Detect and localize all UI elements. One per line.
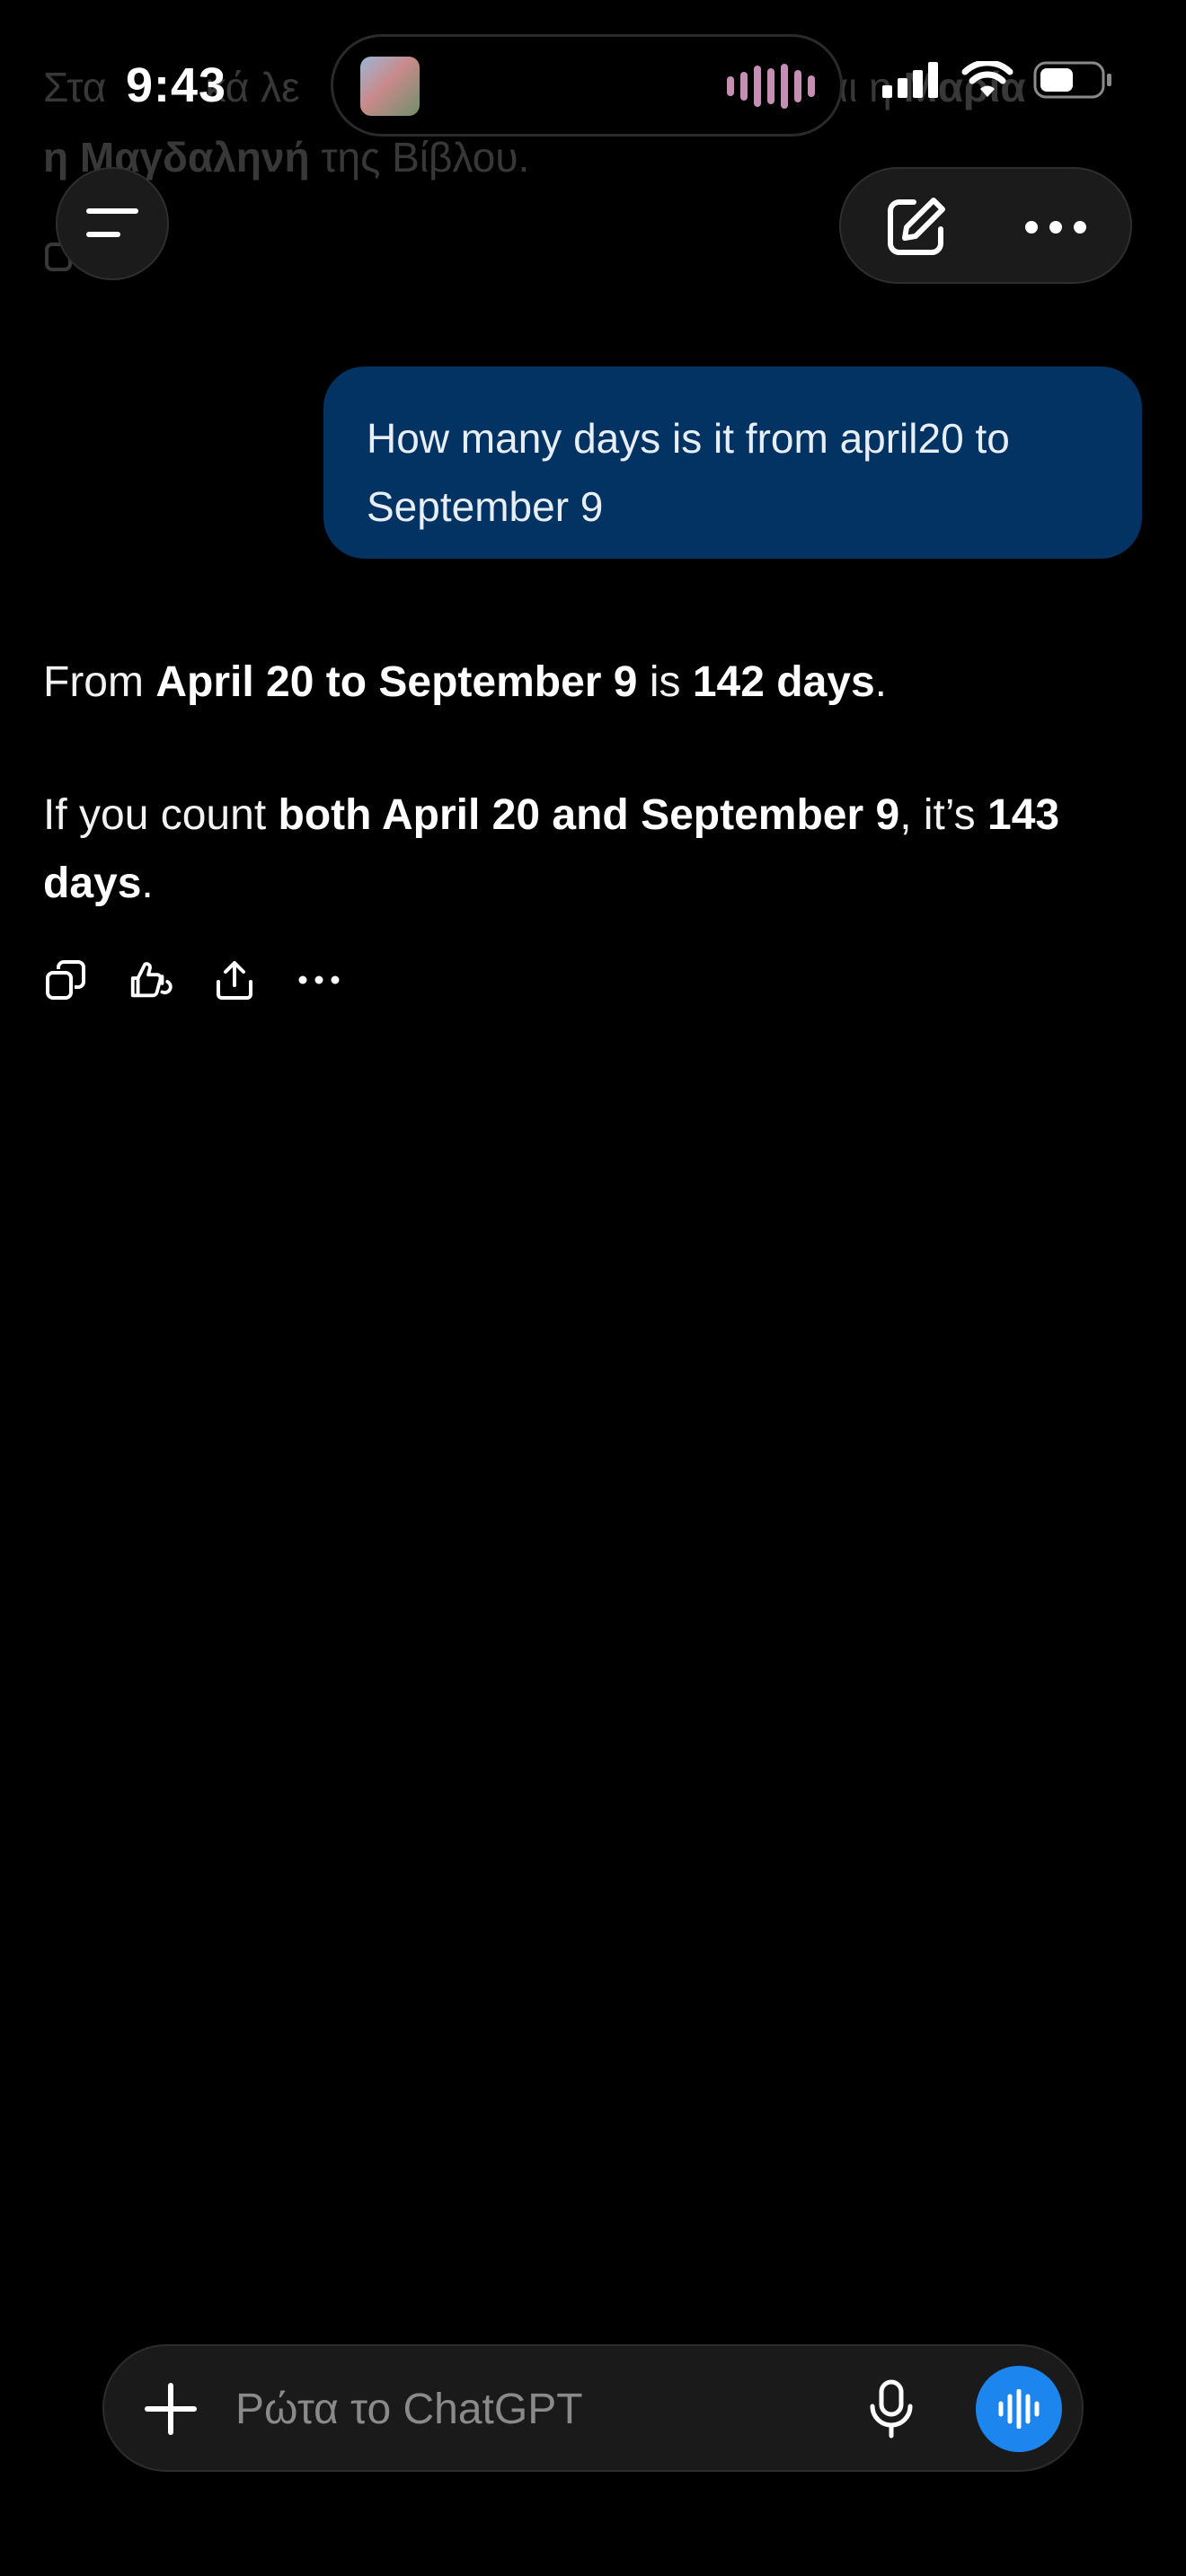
reply-bold: 142 days [692,658,875,706]
share-button[interactable] [212,957,257,1002]
more-actions-button[interactable] [296,957,341,1002]
voice-wave-icon [998,2389,1040,2429]
status-indicators [882,61,1112,99]
reply-text: . [874,658,887,706]
mic-icon [870,2379,913,2439]
reply-bold: both April 20 and September 9 [278,791,900,839]
previous-message-fragment: Στα [43,64,107,110]
edit-icon [888,198,945,255]
reply-text: is [637,658,693,706]
battery-icon [1033,61,1111,99]
copy-button[interactable] [43,957,88,1002]
reply-text: . [141,860,154,907]
menu-icon [86,208,138,237]
feedback-button[interactable] [128,957,173,1002]
message-input[interactable] [235,2371,918,2447]
more-icon [298,975,340,984]
reply-text: , it’s [899,791,987,839]
thumbs-icon [130,962,173,998]
status-time: 9:43 [126,58,227,112]
sidebar-menu-button[interactable] [56,167,169,280]
user-message-bubble[interactable]: How many days is it from april20 to Sept… [323,366,1142,559]
reply-actions [43,957,341,1002]
voice-mode-button[interactable] [976,2366,1062,2452]
previous-message-rest: της Βίβλου. [309,134,530,181]
copy-icon [46,960,85,1000]
wifi-icon [961,61,1013,97]
message-composer [102,2344,1084,2472]
reply-paragraph: From April 20 to September 9 is 142 days… [43,648,1139,717]
reply-bold: April 20 to September 9 [155,658,638,706]
new-chat-button[interactable] [877,189,954,266]
now-playing-thumbnail [360,57,420,116]
attach-button[interactable] [135,2373,207,2445]
header-actions [839,167,1132,284]
more-icon [1025,221,1086,234]
cellular-signal-icon [882,62,938,98]
dynamic-island[interactable] [331,34,843,137]
options-button[interactable] [1017,189,1094,266]
previous-message-bold: η Μαγδαληνή [43,134,310,181]
reply-text: From [43,658,156,706]
assistant-reply: From April 20 to September 9 is 142 days… [43,648,1139,918]
reply-paragraph: If you count both April 20 and September… [43,781,1139,918]
audio-wave-icon [727,64,815,109]
dictation-button[interactable] [855,2373,927,2445]
share-icon [217,961,252,1000]
user-message-text: How many days is it from april20 to Sept… [367,415,1010,530]
reply-text: If you count [43,791,279,839]
plus-icon [145,2383,197,2435]
